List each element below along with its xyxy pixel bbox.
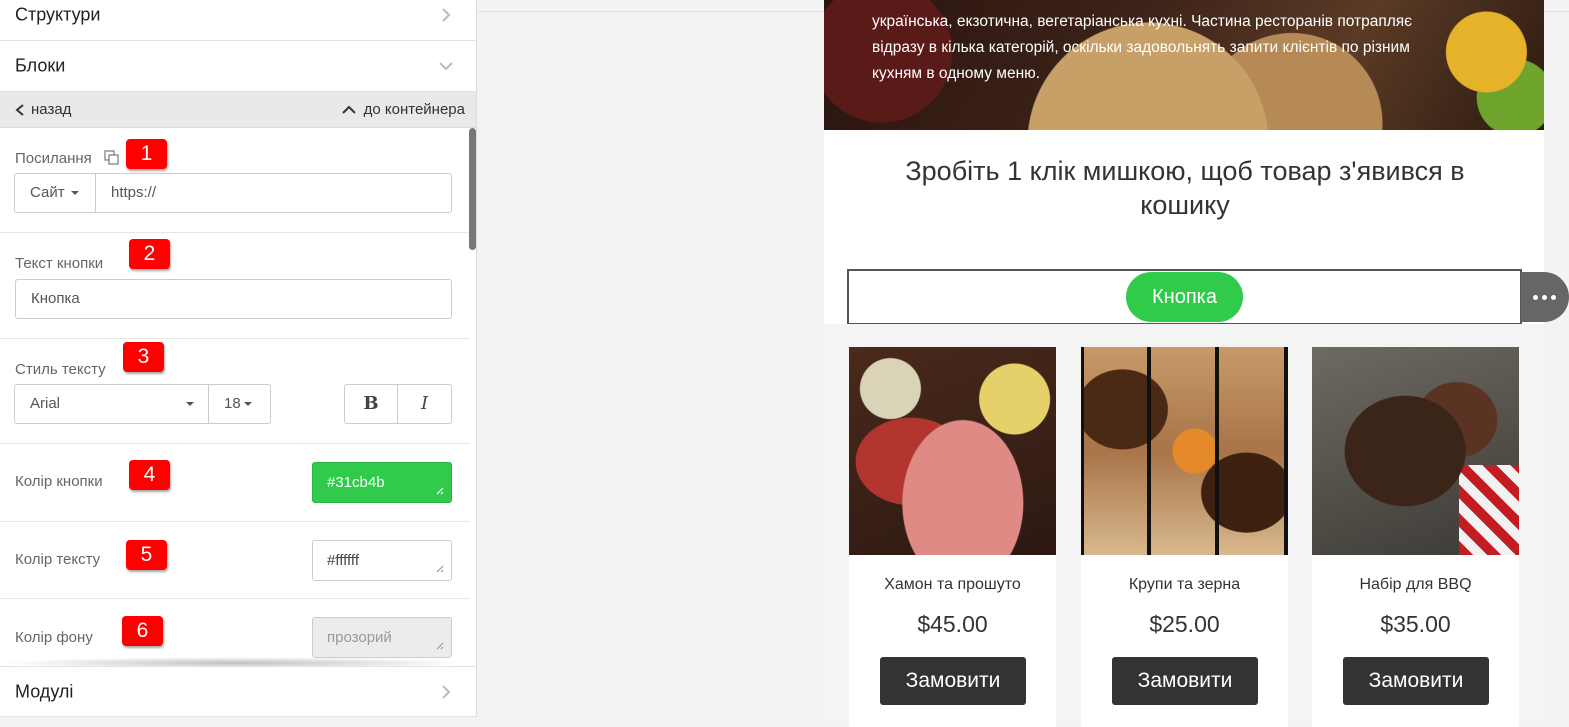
copy-icon[interactable]	[104, 150, 120, 166]
button-text-section: Текст кнопки 2 Кнопка	[0, 233, 470, 339]
product-image-grains[interactable]	[1081, 347, 1288, 555]
text-style-section: Стиль тексту 3 Arial 18 B I	[0, 339, 470, 444]
product-card: Крупи та зерна $25.00 Замовити	[1081, 347, 1288, 727]
product-name: Хамон та прошуто	[884, 576, 1021, 593]
accordion-modules[interactable]: Модулі	[0, 666, 476, 717]
font-family-value: Arial	[30, 395, 61, 412]
accordion-modules-label: Модулі	[15, 681, 74, 701]
to-container-label: до контейнера	[363, 101, 465, 118]
headline: Зробіть 1 клік мишкою, щоб товар з'явивс…	[905, 156, 1465, 220]
step-badge-4: 4	[129, 460, 170, 490]
preview-button[interactable]: Кнопка	[1126, 272, 1243, 322]
more-options-button[interactable]	[1521, 272, 1569, 322]
text-color-picker[interactable]: #ffffff	[312, 540, 452, 581]
chevron-up-icon	[341, 105, 356, 114]
font-size-value: 18	[224, 395, 241, 412]
step-badge-6: 6	[122, 616, 163, 646]
text-color-section: Колір тексту 5 #ffffff	[0, 522, 470, 599]
dot-icon	[1551, 295, 1556, 300]
product-price: $35.00	[1380, 611, 1451, 637]
chevron-down-icon	[439, 62, 453, 71]
product-name: Крупи та зерна	[1128, 576, 1241, 593]
resize-handle-icon	[436, 565, 444, 573]
button-color-value: #31cb4b	[327, 474, 385, 491]
resize-handle-icon	[436, 642, 444, 650]
dot-icon	[1533, 295, 1538, 300]
caret-down-icon	[186, 402, 194, 406]
accordion-structures-label: Структури	[15, 4, 101, 25]
link-section: Посилання 1 Сайт https://	[0, 128, 470, 233]
italic-button[interactable]: I	[397, 384, 452, 424]
dot-icon	[1542, 295, 1547, 300]
step-badge-3: 3	[123, 342, 164, 372]
nav-bar: назад до контейнера	[0, 92, 476, 128]
button-text-label: Текст кнопки	[15, 255, 104, 272]
accordion-structures[interactable]: Структури	[0, 0, 476, 41]
button-text-input[interactable]: Кнопка	[15, 279, 452, 319]
settings-panel: Структури Блоки назад до контейнера Поси…	[0, 0, 477, 717]
button-color-section: Колір кнопки 4 #31cb4b	[0, 444, 470, 522]
product-price: $45.00	[917, 611, 988, 637]
caret-down-icon	[243, 402, 252, 407]
caret-down-icon	[70, 191, 79, 196]
to-container-link[interactable]: до контейнера	[341, 101, 465, 118]
chevron-left-icon	[15, 103, 24, 116]
bg-color-label: Колір фону	[15, 629, 93, 646]
link-url-input[interactable]: https://	[95, 173, 452, 213]
resize-handle-icon	[436, 487, 444, 495]
text-color-value: #ffffff	[327, 552, 359, 569]
product-name: Набір для BBQ	[1359, 576, 1472, 593]
button-color-label: Колір кнопки	[15, 473, 103, 490]
product-card: Хамон та прошуто $45.00 Замовити	[849, 347, 1056, 727]
hero-text: українська, екзотична, вегетаріанська ку…	[872, 13, 1413, 82]
back-link[interactable]: назад	[15, 101, 71, 118]
chevron-right-icon	[442, 684, 451, 699]
product-image-jamon[interactable]	[849, 347, 1056, 555]
order-button[interactable]: Замовити	[1112, 657, 1258, 705]
product-price: $25.00	[1149, 611, 1220, 637]
product-image-bbq[interactable]	[1312, 347, 1519, 555]
panel-scrollbar[interactable]	[469, 128, 476, 250]
link-type-select[interactable]: Сайт	[14, 173, 96, 213]
step-badge-5: 5	[126, 540, 167, 570]
link-label: Посилання	[15, 150, 92, 167]
order-button[interactable]: Замовити	[880, 657, 1026, 705]
order-button[interactable]: Замовити	[1343, 657, 1489, 705]
bg-color-value: прозорий	[327, 629, 392, 646]
bg-color-picker[interactable]: прозорий	[312, 617, 452, 658]
link-type-value: Сайт	[30, 184, 65, 201]
back-label: назад	[31, 101, 72, 118]
accordion-blocks[interactable]: Блоки	[0, 41, 476, 92]
product-card: Набір для BBQ $35.00 Замовити	[1312, 347, 1519, 727]
font-size-select[interactable]: 18	[208, 384, 271, 424]
chevron-right-icon	[442, 8, 451, 22]
text-style-label: Стиль тексту	[15, 361, 106, 378]
accordion-blocks-label: Блоки	[15, 55, 66, 76]
text-color-label: Колір тексту	[15, 551, 101, 568]
step-badge-2: 2	[129, 239, 170, 269]
font-family-select[interactable]: Arial	[14, 384, 209, 424]
button-color-picker[interactable]: #31cb4b	[312, 462, 452, 503]
bold-button[interactable]: B	[344, 384, 398, 424]
step-badge-1: 1	[126, 139, 167, 169]
